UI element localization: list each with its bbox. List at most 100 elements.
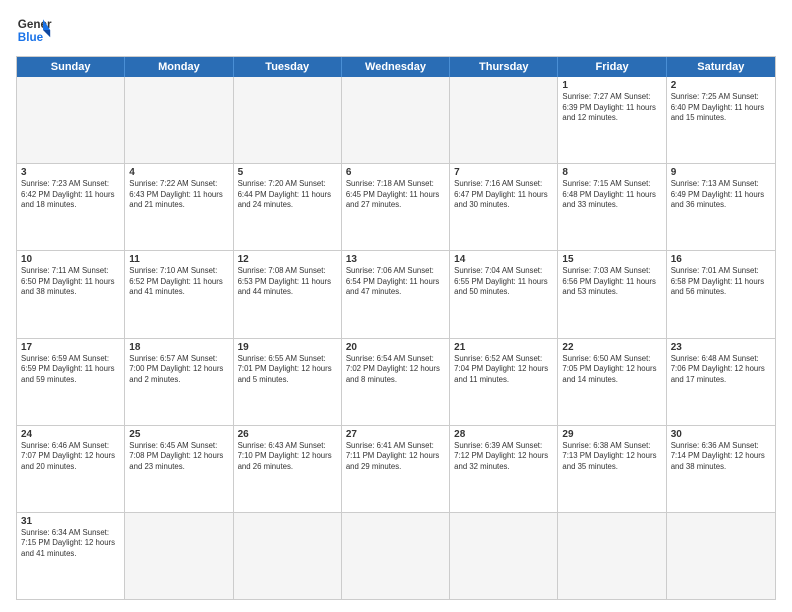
calendar-cell: 19Sunrise: 6:55 AM Sunset: 7:01 PM Dayli…	[234, 339, 342, 425]
calendar-cell: 13Sunrise: 7:06 AM Sunset: 6:54 PM Dayli…	[342, 251, 450, 337]
day-number: 17	[21, 342, 120, 353]
calendar-cell: 14Sunrise: 7:04 AM Sunset: 6:55 PM Dayli…	[450, 251, 558, 337]
day-info: Sunrise: 7:04 AM Sunset: 6:55 PM Dayligh…	[454, 266, 553, 298]
day-info: Sunrise: 6:55 AM Sunset: 7:01 PM Dayligh…	[238, 354, 337, 386]
day-number: 15	[562, 254, 661, 265]
week-row-1: 1Sunrise: 7:27 AM Sunset: 6:39 PM Daylig…	[17, 77, 775, 163]
week-row-3: 10Sunrise: 7:11 AM Sunset: 6:50 PM Dayli…	[17, 250, 775, 337]
calendar-cell	[450, 77, 558, 163]
day-info: Sunrise: 6:43 AM Sunset: 7:10 PM Dayligh…	[238, 441, 337, 473]
day-number: 3	[21, 167, 120, 178]
day-number: 28	[454, 429, 553, 440]
day-number: 13	[346, 254, 445, 265]
calendar-cell: 1Sunrise: 7:27 AM Sunset: 6:39 PM Daylig…	[558, 77, 666, 163]
header-saturday: Saturday	[667, 57, 775, 77]
day-number: 2	[671, 80, 771, 91]
calendar-cell: 12Sunrise: 7:08 AM Sunset: 6:53 PM Dayli…	[234, 251, 342, 337]
day-info: Sunrise: 7:15 AM Sunset: 6:48 PM Dayligh…	[562, 179, 661, 211]
calendar-cell	[17, 77, 125, 163]
day-info: Sunrise: 7:01 AM Sunset: 6:58 PM Dayligh…	[671, 266, 771, 298]
calendar-cell: 17Sunrise: 6:59 AM Sunset: 6:59 PM Dayli…	[17, 339, 125, 425]
header-tuesday: Tuesday	[234, 57, 342, 77]
calendar-cell: 10Sunrise: 7:11 AM Sunset: 6:50 PM Dayli…	[17, 251, 125, 337]
day-info: Sunrise: 6:50 AM Sunset: 7:05 PM Dayligh…	[562, 354, 661, 386]
day-info: Sunrise: 6:38 AM Sunset: 7:13 PM Dayligh…	[562, 441, 661, 473]
day-info: Sunrise: 6:39 AM Sunset: 7:12 PM Dayligh…	[454, 441, 553, 473]
day-number: 14	[454, 254, 553, 265]
calendar-cell	[125, 77, 233, 163]
day-info: Sunrise: 7:23 AM Sunset: 6:42 PM Dayligh…	[21, 179, 120, 211]
calendar-cell: 9Sunrise: 7:13 AM Sunset: 6:49 PM Daylig…	[667, 164, 775, 250]
week-row-5: 24Sunrise: 6:46 AM Sunset: 7:07 PM Dayli…	[17, 425, 775, 512]
header-friday: Friday	[558, 57, 666, 77]
day-number: 10	[21, 254, 120, 265]
day-number: 5	[238, 167, 337, 178]
calendar-cell: 6Sunrise: 7:18 AM Sunset: 6:45 PM Daylig…	[342, 164, 450, 250]
day-info: Sunrise: 6:41 AM Sunset: 7:11 PM Dayligh…	[346, 441, 445, 473]
calendar-cell	[234, 77, 342, 163]
day-number: 11	[129, 254, 228, 265]
header-thursday: Thursday	[450, 57, 558, 77]
day-info: Sunrise: 7:16 AM Sunset: 6:47 PM Dayligh…	[454, 179, 553, 211]
calendar-cell	[125, 513, 233, 599]
week-row-4: 17Sunrise: 6:59 AM Sunset: 6:59 PM Dayli…	[17, 338, 775, 425]
day-number: 30	[671, 429, 771, 440]
day-info: Sunrise: 6:57 AM Sunset: 7:00 PM Dayligh…	[129, 354, 228, 386]
calendar-cell: 31Sunrise: 6:34 AM Sunset: 7:15 PM Dayli…	[17, 513, 125, 599]
calendar-cell: 3Sunrise: 7:23 AM Sunset: 6:42 PM Daylig…	[17, 164, 125, 250]
calendar-cell	[667, 513, 775, 599]
day-number: 22	[562, 342, 661, 353]
day-info: Sunrise: 6:54 AM Sunset: 7:02 PM Dayligh…	[346, 354, 445, 386]
day-number: 7	[454, 167, 553, 178]
day-number: 4	[129, 167, 228, 178]
day-number: 16	[671, 254, 771, 265]
calendar-cell	[450, 513, 558, 599]
calendar-cell: 5Sunrise: 7:20 AM Sunset: 6:44 PM Daylig…	[234, 164, 342, 250]
header: General Blue	[16, 12, 776, 48]
day-info: Sunrise: 6:52 AM Sunset: 7:04 PM Dayligh…	[454, 354, 553, 386]
day-number: 31	[21, 516, 120, 527]
calendar-cell: 27Sunrise: 6:41 AM Sunset: 7:11 PM Dayli…	[342, 426, 450, 512]
day-info: Sunrise: 6:48 AM Sunset: 7:06 PM Dayligh…	[671, 354, 771, 386]
calendar-cell: 18Sunrise: 6:57 AM Sunset: 7:00 PM Dayli…	[125, 339, 233, 425]
day-info: Sunrise: 7:18 AM Sunset: 6:45 PM Dayligh…	[346, 179, 445, 211]
calendar-cell: 28Sunrise: 6:39 AM Sunset: 7:12 PM Dayli…	[450, 426, 558, 512]
calendar-cell: 20Sunrise: 6:54 AM Sunset: 7:02 PM Dayli…	[342, 339, 450, 425]
day-info: Sunrise: 6:34 AM Sunset: 7:15 PM Dayligh…	[21, 528, 120, 560]
day-info: Sunrise: 7:08 AM Sunset: 6:53 PM Dayligh…	[238, 266, 337, 298]
day-info: Sunrise: 6:45 AM Sunset: 7:08 PM Dayligh…	[129, 441, 228, 473]
day-number: 27	[346, 429, 445, 440]
day-number: 25	[129, 429, 228, 440]
day-info: Sunrise: 6:36 AM Sunset: 7:14 PM Dayligh…	[671, 441, 771, 473]
day-number: 18	[129, 342, 228, 353]
calendar: Sunday Monday Tuesday Wednesday Thursday…	[16, 56, 776, 600]
calendar-cell: 21Sunrise: 6:52 AM Sunset: 7:04 PM Dayli…	[450, 339, 558, 425]
calendar-cell: 25Sunrise: 6:45 AM Sunset: 7:08 PM Dayli…	[125, 426, 233, 512]
calendar-cell: 7Sunrise: 7:16 AM Sunset: 6:47 PM Daylig…	[450, 164, 558, 250]
calendar-cell: 30Sunrise: 6:36 AM Sunset: 7:14 PM Dayli…	[667, 426, 775, 512]
calendar-cell: 22Sunrise: 6:50 AM Sunset: 7:05 PM Dayli…	[558, 339, 666, 425]
header-wednesday: Wednesday	[342, 57, 450, 77]
calendar-cell: 26Sunrise: 6:43 AM Sunset: 7:10 PM Dayli…	[234, 426, 342, 512]
day-number: 1	[562, 80, 661, 91]
day-info: Sunrise: 7:25 AM Sunset: 6:40 PM Dayligh…	[671, 92, 771, 124]
day-number: 21	[454, 342, 553, 353]
calendar-cell	[558, 513, 666, 599]
calendar-cell: 8Sunrise: 7:15 AM Sunset: 6:48 PM Daylig…	[558, 164, 666, 250]
day-number: 26	[238, 429, 337, 440]
calendar-cell: 16Sunrise: 7:01 AM Sunset: 6:58 PM Dayli…	[667, 251, 775, 337]
day-info: Sunrise: 6:59 AM Sunset: 6:59 PM Dayligh…	[21, 354, 120, 386]
day-number: 19	[238, 342, 337, 353]
day-number: 9	[671, 167, 771, 178]
day-info: Sunrise: 7:20 AM Sunset: 6:44 PM Dayligh…	[238, 179, 337, 211]
header-sunday: Sunday	[17, 57, 125, 77]
logo-icon: General Blue	[16, 12, 52, 48]
day-number: 6	[346, 167, 445, 178]
day-info: Sunrise: 7:06 AM Sunset: 6:54 PM Dayligh…	[346, 266, 445, 298]
day-info: Sunrise: 6:46 AM Sunset: 7:07 PM Dayligh…	[21, 441, 120, 473]
calendar-header: Sunday Monday Tuesday Wednesday Thursday…	[17, 57, 775, 77]
calendar-cell	[234, 513, 342, 599]
week-row-2: 3Sunrise: 7:23 AM Sunset: 6:42 PM Daylig…	[17, 163, 775, 250]
day-number: 12	[238, 254, 337, 265]
day-number: 23	[671, 342, 771, 353]
